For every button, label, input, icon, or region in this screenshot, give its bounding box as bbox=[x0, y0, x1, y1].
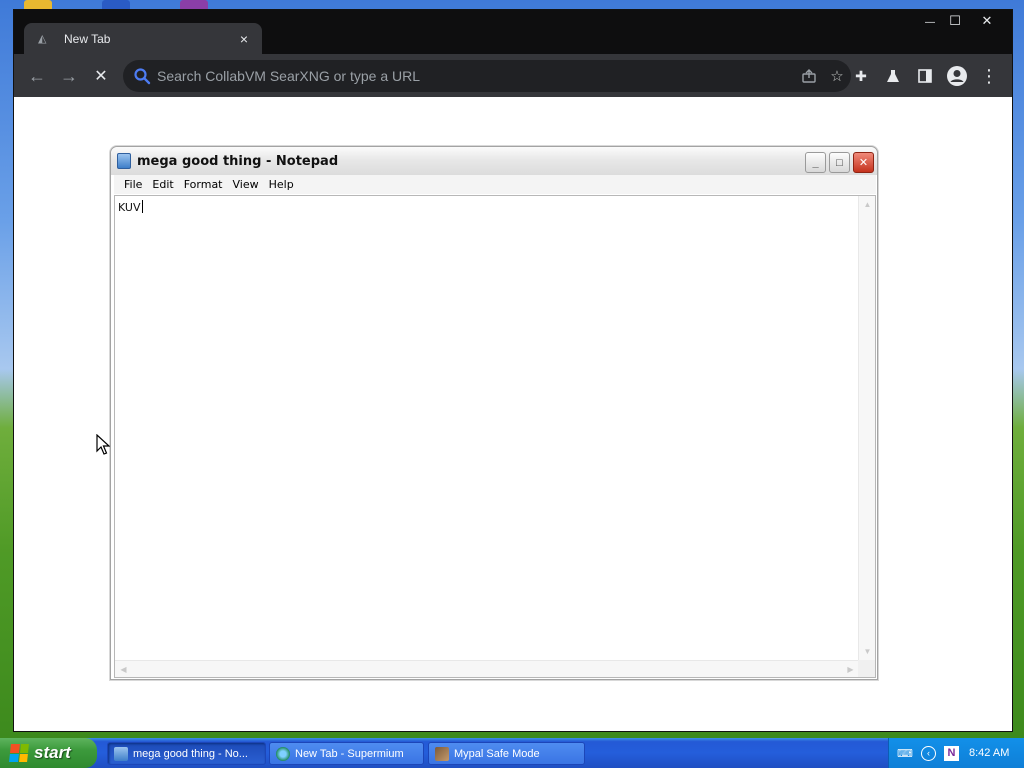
taskbar-item-label: New Tab - Supermium bbox=[295, 747, 404, 760]
bookmark-star-icon[interactable]: ☆ bbox=[823, 62, 851, 90]
onenote-icon[interactable]: N bbox=[944, 745, 959, 761]
notepad-icon bbox=[114, 746, 128, 761]
scroll-right-icon[interactable]: ▶ bbox=[843, 662, 858, 677]
notepad-content: KUV bbox=[118, 201, 141, 214]
maximize-icon: ☐ bbox=[949, 13, 961, 28]
menu-format[interactable]: Format bbox=[179, 178, 228, 191]
maximize-button[interactable]: ☐ bbox=[940, 12, 970, 30]
notepad-minimize-button[interactable]: _ bbox=[805, 152, 826, 173]
menu-view[interactable]: View bbox=[228, 178, 264, 191]
arrow-collapse-icon[interactable]: ‹ bbox=[921, 745, 936, 761]
mouse-cursor-icon bbox=[96, 434, 110, 455]
forward-button[interactable]: → bbox=[56, 63, 82, 89]
maximize-icon: □ bbox=[836, 156, 843, 169]
search-icon bbox=[134, 68, 151, 85]
tab-title: New Tab bbox=[64, 31, 111, 46]
new-tab-icon: ◭ bbox=[38, 33, 47, 45]
extensions-icon: ✚ bbox=[855, 67, 867, 84]
close-icon: ✕ bbox=[981, 13, 993, 28]
menu-file[interactable]: File bbox=[119, 178, 147, 191]
tab-close-icon[interactable]: × bbox=[236, 31, 252, 47]
clock: 8:42 AM bbox=[969, 747, 1010, 759]
notepad-maximize-button[interactable]: □ bbox=[829, 152, 850, 173]
forward-arrow-icon: → bbox=[60, 65, 78, 86]
notepad-title: mega good thing - Notepad bbox=[137, 153, 339, 169]
supermium-icon bbox=[276, 746, 290, 761]
system-tray: ⌨ ‹ N 8:42 AM bbox=[888, 738, 1024, 768]
keyboard-icon[interactable]: ⌨ bbox=[897, 745, 913, 761]
horizontal-scrollbar[interactable]: ◀ ▶ bbox=[115, 660, 859, 677]
omnibox[interactable]: ☆ bbox=[123, 60, 851, 92]
taskbar-item-label: Mypal Safe Mode bbox=[454, 747, 540, 760]
back-button[interactable]: ← bbox=[24, 63, 50, 89]
start-label: start bbox=[34, 743, 71, 762]
scroll-left-icon[interactable]: ◀ bbox=[116, 662, 131, 677]
tab-strip: ◭ New Tab × — ☐ ✕ bbox=[14, 10, 1012, 54]
browser-toolbar: ← → ✕ ☆ ✚ bbox=[14, 54, 1012, 97]
notepad-icon bbox=[117, 153, 131, 169]
minimize-icon: — bbox=[925, 17, 935, 28]
taskbar-item-supermium[interactable]: New Tab - Supermium bbox=[269, 742, 424, 765]
side-panel-icon bbox=[918, 69, 932, 83]
profile-button[interactable] bbox=[944, 63, 970, 89]
side-panel-button[interactable] bbox=[912, 63, 938, 89]
menu-edit[interactable]: Edit bbox=[147, 178, 178, 191]
stop-icon: ✕ bbox=[94, 68, 108, 85]
notepad-menubar: File Edit Format View Help bbox=[114, 175, 876, 194]
notepad-window: mega good thing - Notepad _ □ ✕ File Edi… bbox=[110, 146, 878, 680]
back-arrow-icon: ← bbox=[28, 65, 46, 86]
minimize-icon: _ bbox=[812, 156, 819, 169]
notepad-text-area[interactable]: KUV ▲ ▼ ◀ ▶ bbox=[114, 195, 876, 678]
start-button[interactable]: start bbox=[0, 738, 97, 768]
profile-icon bbox=[947, 66, 967, 86]
menu-help[interactable]: Help bbox=[264, 178, 299, 191]
close-button[interactable]: ✕ bbox=[972, 12, 1002, 30]
notepad-titlebar[interactable]: mega good thing - Notepad _ □ ✕ bbox=[111, 147, 877, 175]
share-icon[interactable] bbox=[795, 62, 823, 90]
taskbar-item-notepad[interactable]: mega good thing - No... bbox=[107, 742, 266, 765]
stop-loading-button[interactable]: ✕ bbox=[88, 63, 114, 89]
windows-flag-icon bbox=[9, 744, 29, 762]
taskbar-item-label: mega good thing - No... bbox=[133, 747, 248, 760]
labs-button[interactable] bbox=[880, 63, 906, 89]
menu-dots-icon: ⋮ bbox=[980, 65, 998, 86]
scroll-down-icon[interactable]: ▼ bbox=[860, 644, 875, 659]
menu-button[interactable]: ⋮ bbox=[976, 63, 1002, 89]
tab-new-tab[interactable]: ◭ New Tab × bbox=[24, 23, 262, 54]
scroll-up-icon[interactable]: ▲ bbox=[860, 197, 875, 212]
mypal-icon bbox=[435, 746, 449, 761]
labs-flask-icon bbox=[887, 70, 899, 82]
taskbar-item-mypal[interactable]: Mypal Safe Mode bbox=[428, 742, 585, 765]
extensions-button[interactable]: ✚ bbox=[848, 63, 874, 89]
close-icon: ✕ bbox=[858, 157, 869, 169]
omnibox-input[interactable] bbox=[157, 68, 795, 84]
resize-grip[interactable] bbox=[858, 660, 875, 677]
notepad-close-button[interactable]: ✕ bbox=[853, 152, 874, 173]
vertical-scrollbar[interactable]: ▲ ▼ bbox=[858, 196, 875, 660]
